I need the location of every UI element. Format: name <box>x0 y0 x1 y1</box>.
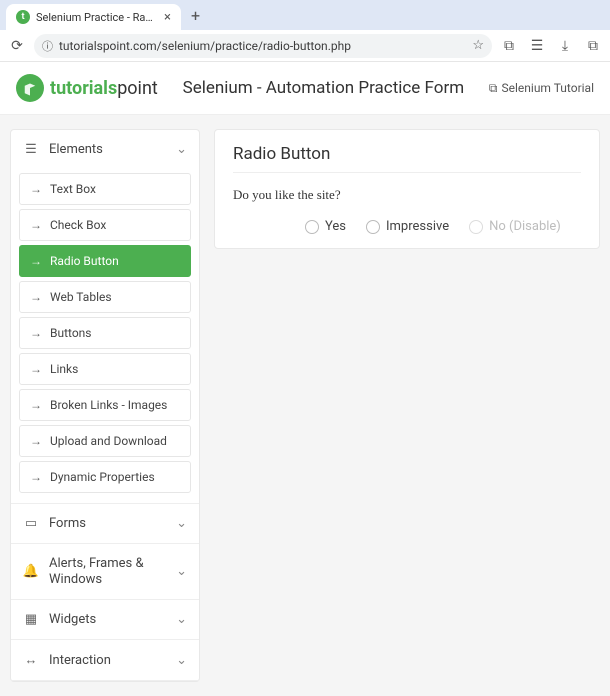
arrow-right-icon: → <box>30 362 42 376</box>
radio-icon <box>366 220 380 234</box>
selenium-tutorial-link[interactable]: ⧉ Selenium Tutorial <box>489 81 594 96</box>
address-bar[interactable]: ⓘ tutorialspoint.com/selenium/practice/r… <box>34 34 492 58</box>
widgets-icon: ▦ <box>23 612 39 627</box>
sidebar-item-text-box[interactable]: → Text Box <box>19 173 191 205</box>
radio-option-impressive[interactable]: Impressive <box>366 219 449 234</box>
sidebar-item-check-box[interactable]: → Check Box <box>19 209 191 241</box>
chevron-down-icon: ⌄ <box>176 516 187 531</box>
sidebar-header-label: Forms <box>49 516 86 531</box>
radio-option-yes[interactable]: Yes <box>305 219 346 234</box>
sidebar: ☰ Elements ⌄ → Text Box → Check Box → Radio… <box>10 129 200 682</box>
sidebar-item-label: Upload and Download <box>50 434 167 448</box>
sidebar-item-label: Broken Links - Images <box>50 398 167 412</box>
form-icon: ▭ <box>23 516 39 531</box>
sidebar-group-elements: ☰ Elements ⌄ → Text Box → Check Box → Radio… <box>11 130 199 504</box>
sidebar-item-buttons[interactable]: → Buttons <box>19 317 191 349</box>
radio-label: Impressive <box>386 219 449 234</box>
sidebar-header-label: Elements <box>49 142 103 157</box>
logo-text: tutorialspoint <box>50 78 158 99</box>
page-title: Selenium - Automation Practice Form <box>183 78 465 98</box>
sidebar-item-label: Buttons <box>50 326 92 340</box>
site-info-icon[interactable]: ⓘ <box>42 38 53 54</box>
logo[interactable]: tutorialspoint <box>16 74 158 102</box>
browser-toolbar: ⟳ ⓘ tutorialspoint.com/selenium/practice… <box>0 30 610 62</box>
browser-tab[interactable]: t Selenium Practice - Radio Bu × <box>6 4 181 30</box>
arrow-right-icon: → <box>30 254 42 268</box>
extensions-icon[interactable]: ⧉ <box>500 38 518 54</box>
sidebar-header-alerts[interactable]: 🔔 Alerts, Frames & Windows ⌄ <box>11 544 199 599</box>
arrow-right-icon: → <box>30 398 42 412</box>
sidebar-header-label: Interaction <box>49 653 111 668</box>
sidebar-header-elements[interactable]: ☰ Elements ⌄ <box>11 130 199 169</box>
menu-icon: ☰ <box>23 142 39 157</box>
sidebar-item-upload-download[interactable]: → Upload and Download <box>19 425 191 457</box>
url-text: tutorialspoint.com/selenium/practice/rad… <box>59 39 466 53</box>
sidebar-header-widgets[interactable]: ▦ Widgets ⌄ <box>11 600 199 639</box>
sidebar-group-interaction: ↔ Interaction ⌄ <box>11 640 199 681</box>
sidebar-item-links[interactable]: → Links <box>19 353 191 385</box>
sidebar-item-label: Text Box <box>50 182 96 196</box>
arrow-right-icon: → <box>30 182 42 196</box>
arrow-right-icon: → <box>30 470 42 484</box>
radio-group: Yes Impressive No (Disable) <box>233 219 581 234</box>
sidebar-item-label: Check Box <box>50 218 106 232</box>
download-icon[interactable]: ⤓ <box>556 38 574 54</box>
sidebar-items-elements: → Text Box → Check Box → Radio Button → Web … <box>11 169 199 503</box>
radio-label: Yes <box>325 219 346 234</box>
sidebar-group-alerts: 🔔 Alerts, Frames & Windows ⌄ <box>11 544 199 600</box>
content-heading: Radio Button <box>233 144 581 173</box>
tab-title: Selenium Practice - Radio Bu <box>36 11 158 24</box>
bell-icon: 🔔 <box>23 564 39 579</box>
main-layout: ☰ Elements ⌄ → Text Box → Check Box → Radio… <box>0 115 610 696</box>
sidebar-group-forms: ▭ Forms ⌄ <box>11 504 199 544</box>
bookmark-icon[interactable]: ☆ <box>472 38 484 53</box>
sidebar-item-label: Web Tables <box>50 290 112 304</box>
arrow-right-icon: → <box>30 290 42 304</box>
sidebar-item-broken-links[interactable]: → Broken Links - Images <box>19 389 191 421</box>
arrow-right-icon: → <box>30 434 42 448</box>
sidebar-item-radio-button[interactable]: → Radio Button <box>19 245 191 277</box>
radio-icon <box>469 220 483 234</box>
arrow-right-icon: → <box>30 218 42 232</box>
sidebar-item-label: Links <box>50 362 78 376</box>
sidebar-item-dynamic-properties[interactable]: → Dynamic Properties <box>19 461 191 493</box>
chevron-down-icon: ⌄ <box>176 142 187 157</box>
sidebar-group-widgets: ▦ Widgets ⌄ <box>11 600 199 640</box>
copy-icon[interactable]: ⧉ <box>584 38 602 54</box>
radio-label: No (Disable) <box>489 219 561 234</box>
reload-icon[interactable]: ⟳ <box>8 37 26 55</box>
chevron-down-icon: ⌄ <box>176 612 187 627</box>
tutorial-link-label: Selenium Tutorial <box>502 81 595 95</box>
interaction-icon: ↔ <box>23 652 39 668</box>
content-panel: Radio Button Do you like the site? Yes I… <box>214 129 600 249</box>
radio-option-no-disabled: No (Disable) <box>469 219 561 234</box>
sidebar-header-interaction[interactable]: ↔ Interaction ⌄ <box>11 640 199 680</box>
close-icon[interactable]: × <box>164 10 171 25</box>
browser-tab-strip: t Selenium Practice - Radio Bu × + <box>0 0 610 30</box>
site-header: tutorialspoint Selenium - Automation Pra… <box>0 62 610 115</box>
chevron-down-icon: ⌄ <box>176 564 187 579</box>
radio-icon <box>305 220 319 234</box>
new-tab-button[interactable]: + <box>191 6 200 25</box>
external-link-icon: ⧉ <box>489 81 498 96</box>
chevron-down-icon: ⌄ <box>176 653 187 668</box>
toolbar-icons: ⧉ ☰ ⤓ ⧉ <box>500 38 602 54</box>
logo-icon <box>16 74 44 102</box>
sidebar-header-forms[interactable]: ▭ Forms ⌄ <box>11 504 199 543</box>
favicon-icon: t <box>16 10 30 24</box>
sidebar-item-web-tables[interactable]: → Web Tables <box>19 281 191 313</box>
sidebar-header-label: Widgets <box>49 612 96 627</box>
arrow-right-icon: → <box>30 326 42 340</box>
question-text: Do you like the site? <box>233 187 581 203</box>
sidebar-item-label: Dynamic Properties <box>50 470 155 484</box>
sidebar-item-label: Radio Button <box>50 254 119 268</box>
reader-icon[interactable]: ☰ <box>528 38 546 54</box>
